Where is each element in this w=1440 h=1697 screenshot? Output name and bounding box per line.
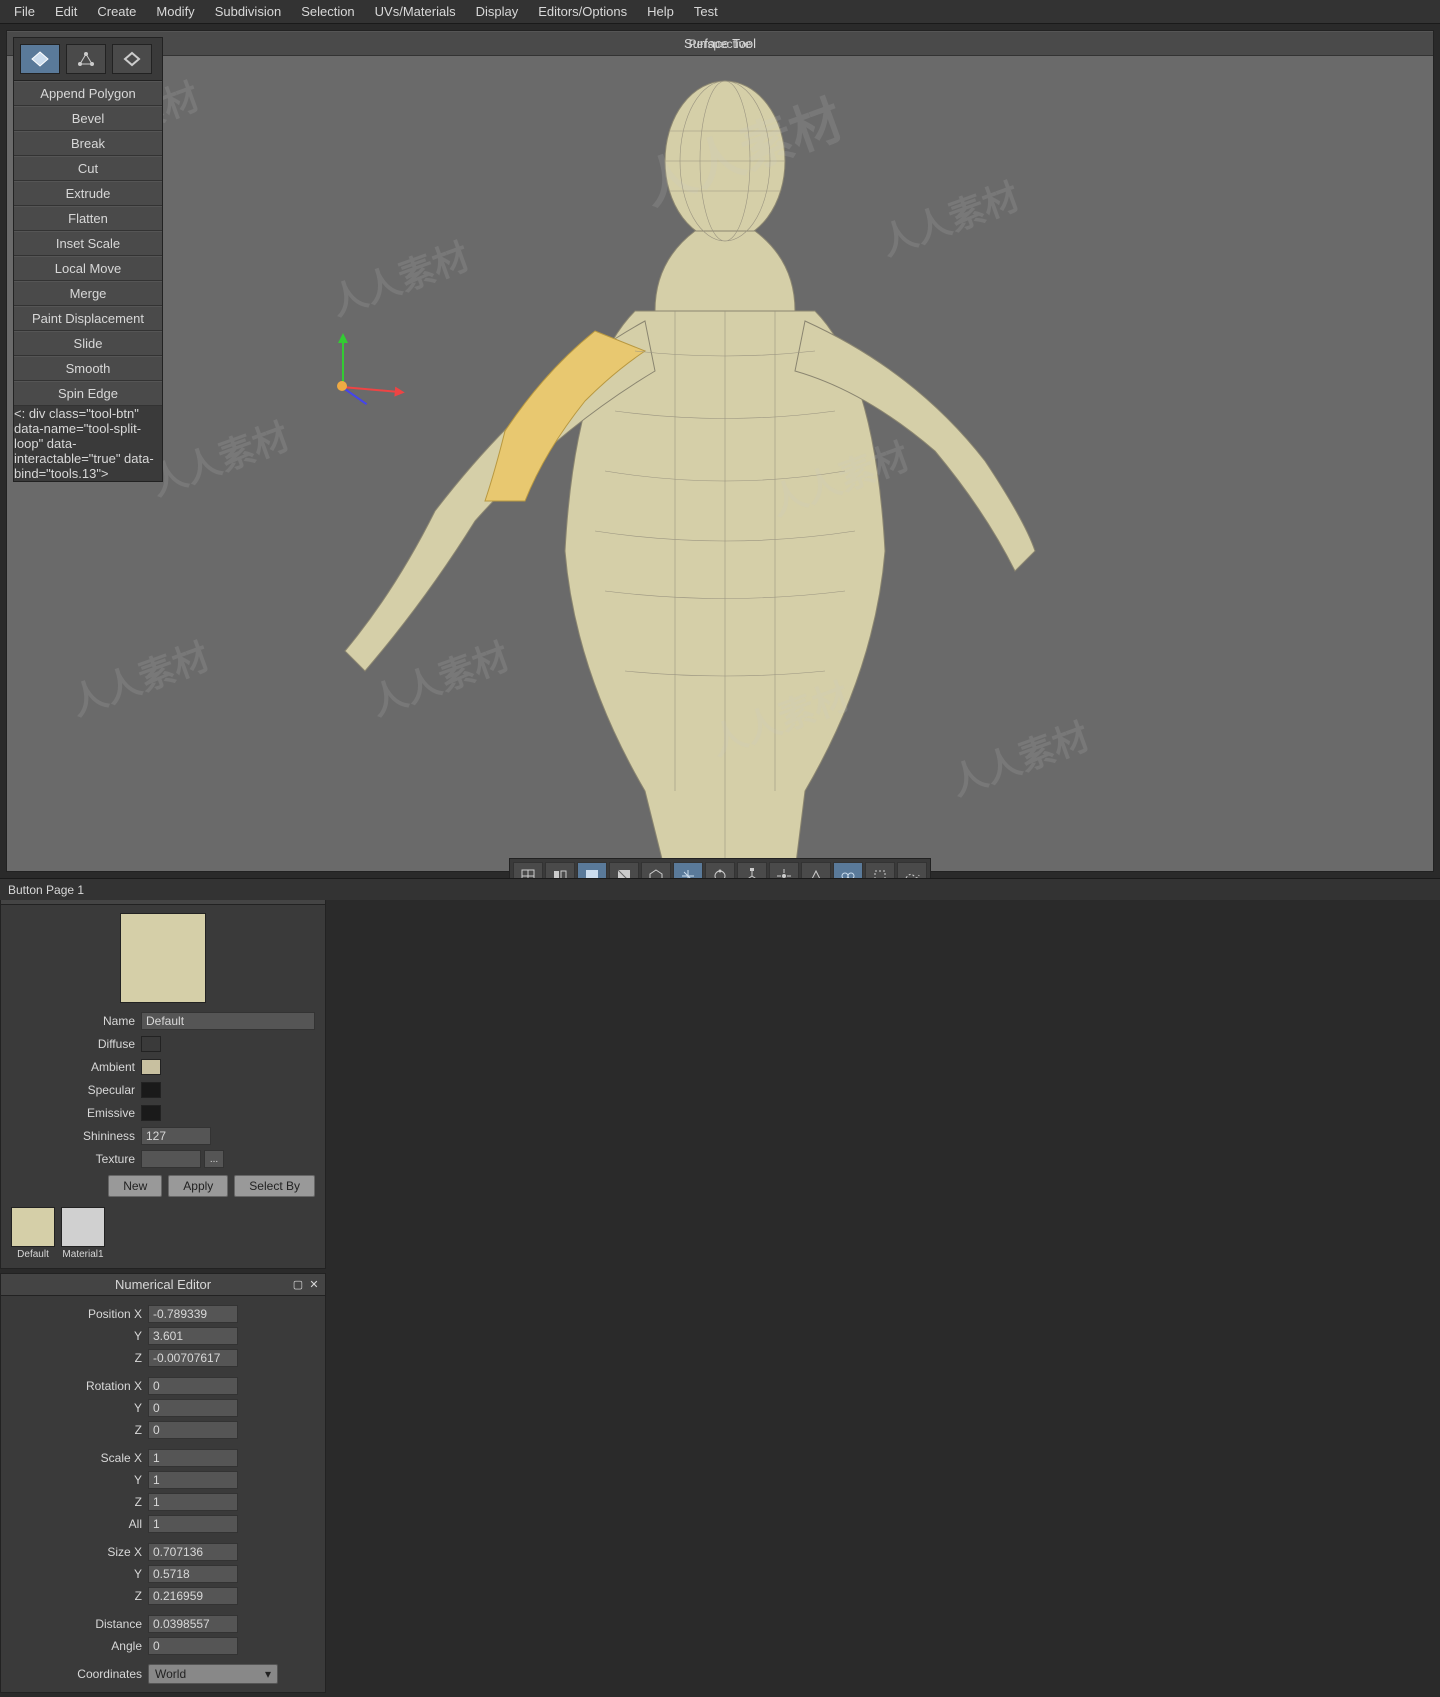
scale-y-input[interactable]: 1 (148, 1471, 238, 1489)
size-y-input[interactable]: 0.5718 (148, 1565, 238, 1583)
scale-all-input[interactable]: 1 (148, 1515, 238, 1533)
menu-file[interactable]: File (4, 1, 45, 22)
rotation-y-label: Y (13, 1401, 148, 1415)
panel-close-icon[interactable]: ✕ (307, 1278, 321, 1292)
size-x-input[interactable]: 0.707136 (148, 1543, 238, 1561)
tool-spin-edge[interactable]: Spin Edge (14, 381, 162, 406)
numerical-editor-panel: Numerical Editor ▢ ✕ Position X-0.789339… (0, 1273, 326, 1693)
position-y-label: Y (13, 1329, 148, 1343)
mesh-preview (7, 31, 1433, 871)
menu-modify[interactable]: Modify (146, 1, 204, 22)
name-input[interactable]: Default (141, 1012, 315, 1030)
menu-edit[interactable]: Edit (45, 1, 87, 22)
position-x-input[interactable]: -0.789339 (148, 1305, 238, 1323)
tool-smooth[interactable]: Smooth (14, 356, 162, 381)
distance-input[interactable]: 0.0398557 (148, 1615, 238, 1633)
tool-cut[interactable]: Cut (14, 156, 162, 181)
status-text: Button Page 1 (8, 883, 84, 897)
size-y-label: Y (13, 1567, 148, 1581)
distance-label: Distance (13, 1617, 148, 1631)
material-preview (120, 913, 206, 1003)
name-label: Name (11, 1014, 141, 1028)
scale-x-label: Scale X (13, 1451, 148, 1465)
texture-browse-button[interactable]: ... (204, 1150, 224, 1168)
diffuse-label: Diffuse (11, 1037, 141, 1051)
tool-slide[interactable]: Slide (14, 331, 162, 356)
emissive-label: Emissive (11, 1106, 141, 1120)
tool-panel: Append Polygon Bevel Break Cut Extrude F… (13, 37, 163, 482)
position-x-label: Position X (13, 1307, 148, 1321)
angle-input[interactable]: 0 (148, 1637, 238, 1655)
position-y-input[interactable]: 3.601 (148, 1327, 238, 1345)
tool-flatten[interactable]: Flatten (14, 206, 162, 231)
scale-x-input[interactable]: 1 (148, 1449, 238, 1467)
rotation-x-input[interactable]: 0 (148, 1377, 238, 1395)
scale-z-input[interactable]: 1 (148, 1493, 238, 1511)
specular-label: Specular (11, 1083, 141, 1097)
texture-input[interactable] (141, 1150, 201, 1168)
menu-create[interactable]: Create (87, 1, 146, 22)
angle-label: Angle (13, 1639, 148, 1653)
size-z-label: Z (13, 1589, 148, 1603)
size-x-label: Size X (13, 1545, 148, 1559)
coordinates-label: Coordinates (13, 1667, 148, 1681)
texture-label: Texture (11, 1152, 141, 1166)
tool-extrude[interactable]: Extrude (14, 181, 162, 206)
tool-paint-displacement[interactable]: Paint Displacement (14, 306, 162, 331)
rotation-y-input[interactable]: 0 (148, 1399, 238, 1417)
face-mode-icon[interactable] (20, 44, 60, 74)
tool-bevel[interactable]: Bevel (14, 106, 162, 131)
apply-button[interactable]: Apply (168, 1175, 228, 1197)
material-item-material1[interactable]: Material1 (61, 1207, 105, 1260)
menu-help[interactable]: Help (637, 1, 684, 22)
menu-test[interactable]: Test (684, 1, 728, 22)
vertex-mode-icon[interactable] (66, 44, 106, 74)
position-z-input[interactable]: -0.00707617 (148, 1349, 238, 1367)
tool-local-move[interactable]: Local Move (14, 256, 162, 281)
specular-swatch[interactable] (141, 1082, 161, 1098)
shininess-label: Shininess (11, 1129, 141, 1143)
size-z-input[interactable]: 0.216959 (148, 1587, 238, 1605)
tool-break[interactable]: Break (14, 131, 162, 156)
menu-uvs-materials[interactable]: UVs/Materials (365, 1, 466, 22)
select-by-button[interactable]: Select By (234, 1175, 315, 1197)
material-editor-panel: Material Editor ▢ ✕ NameDefault Diffuse … (0, 882, 326, 1269)
gizmo-y-axis[interactable] (342, 336, 344, 386)
menu-display[interactable]: Display (466, 1, 529, 22)
scale-all-label: All (13, 1517, 148, 1531)
viewport[interactable]: Perspective (6, 30, 1434, 872)
menu-selection[interactable]: Selection (291, 1, 364, 22)
chevron-down-icon: ▾ (265, 1667, 271, 1681)
menu-bar: File Edit Create Modify Subdivision Sele… (0, 0, 1440, 24)
scale-y-label: Y (13, 1473, 148, 1487)
emissive-swatch[interactable] (141, 1105, 161, 1121)
menu-subdivision[interactable]: Subdivision (205, 1, 292, 22)
edge-mode-icon[interactable] (112, 44, 152, 74)
shininess-input[interactable]: 127 (141, 1127, 211, 1145)
status-bar: Button Page 1 (0, 878, 1440, 900)
position-z-label: Z (13, 1351, 148, 1365)
tool-append-polygon[interactable]: Append Polygon (14, 81, 162, 106)
rotation-z-input[interactable]: 0 (148, 1421, 238, 1439)
coordinates-select[interactable]: World▾ (148, 1664, 278, 1684)
rotation-z-label: Z (13, 1423, 148, 1437)
ambient-label: Ambient (11, 1060, 141, 1074)
ambient-swatch[interactable] (141, 1059, 161, 1075)
panel-maximize-icon[interactable]: ▢ (291, 1278, 305, 1292)
diffuse-swatch[interactable] (141, 1036, 161, 1052)
tool-inset-scale[interactable]: Inset Scale (14, 231, 162, 256)
scale-z-label: Z (13, 1495, 148, 1509)
rotation-x-label: Rotation X (13, 1379, 148, 1393)
numerical-editor-title: Numerical Editor (115, 1277, 211, 1292)
tool-merge[interactable]: Merge (14, 281, 162, 306)
new-button[interactable]: New (108, 1175, 162, 1197)
menu-editors-options[interactable]: Editors/Options (528, 1, 637, 22)
gizmo-center[interactable] (337, 381, 347, 391)
material-item-default[interactable]: Default (11, 1207, 55, 1260)
